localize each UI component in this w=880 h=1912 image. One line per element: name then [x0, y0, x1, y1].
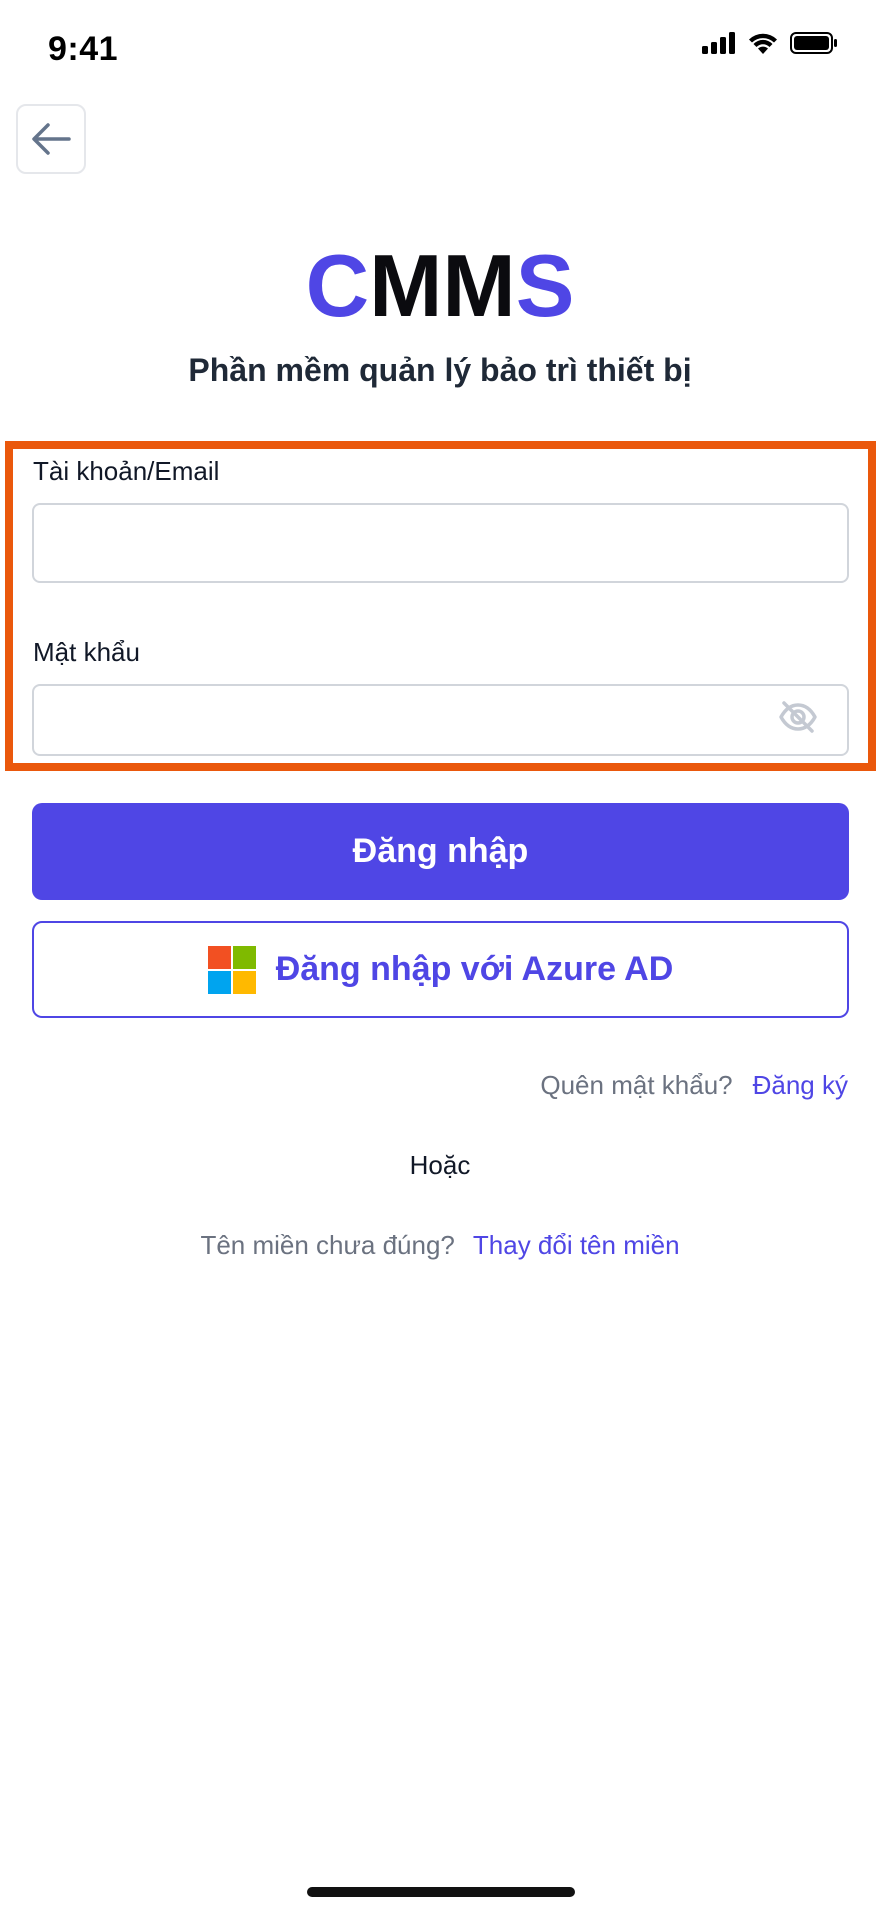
wifi-icon	[749, 33, 777, 54]
register-link[interactable]: Đăng ký	[753, 1070, 848, 1101]
back-button[interactable]	[16, 104, 86, 174]
app-logo: CMMS	[0, 236, 880, 336]
app-subtitle: Phần mềm quản lý bảo trì thiết bị	[188, 352, 692, 388]
cellular-signal-icon	[702, 32, 735, 54]
home-indicator	[307, 1887, 575, 1897]
account-email-input[interactable]	[32, 503, 849, 583]
password-visibility-toggle[interactable]	[778, 700, 818, 734]
change-domain-link[interactable]: Thay đổi tên miền	[473, 1230, 680, 1260]
logo-letter-s: S	[515, 236, 575, 335]
password-input[interactable]	[32, 684, 849, 756]
login-button[interactable]: Đăng nhập	[32, 803, 849, 900]
or-divider-text: Hoặc	[409, 1150, 471, 1180]
status-icons	[702, 32, 838, 54]
account-label: Tài khoản/Email	[33, 456, 220, 486]
account-links: Quên mật khẩu? Đăng ký	[540, 1070, 848, 1101]
battery-icon	[790, 32, 837, 54]
forgot-password-text[interactable]: Quên mật khẩu?	[540, 1070, 732, 1101]
wrong-domain-text: Tên miền chưa đúng?	[200, 1230, 455, 1260]
password-label: Mật khẩu	[33, 637, 140, 667]
azure-login-label: Đăng nhập với Azure AD	[275, 950, 674, 988]
microsoft-logo-icon	[207, 945, 256, 994]
arrow-left-icon	[32, 123, 71, 155]
logo-letters-mm: MM	[369, 236, 516, 335]
azure-login-button[interactable]: Đăng nhập với Azure AD	[32, 921, 849, 1018]
domain-row: Tên miền chưa đúng? Thay đổi tên miền	[0, 1230, 880, 1261]
status-time: 9:41	[48, 30, 119, 68]
logo-letter-c: C	[305, 236, 370, 335]
eye-off-icon	[779, 701, 817, 733]
